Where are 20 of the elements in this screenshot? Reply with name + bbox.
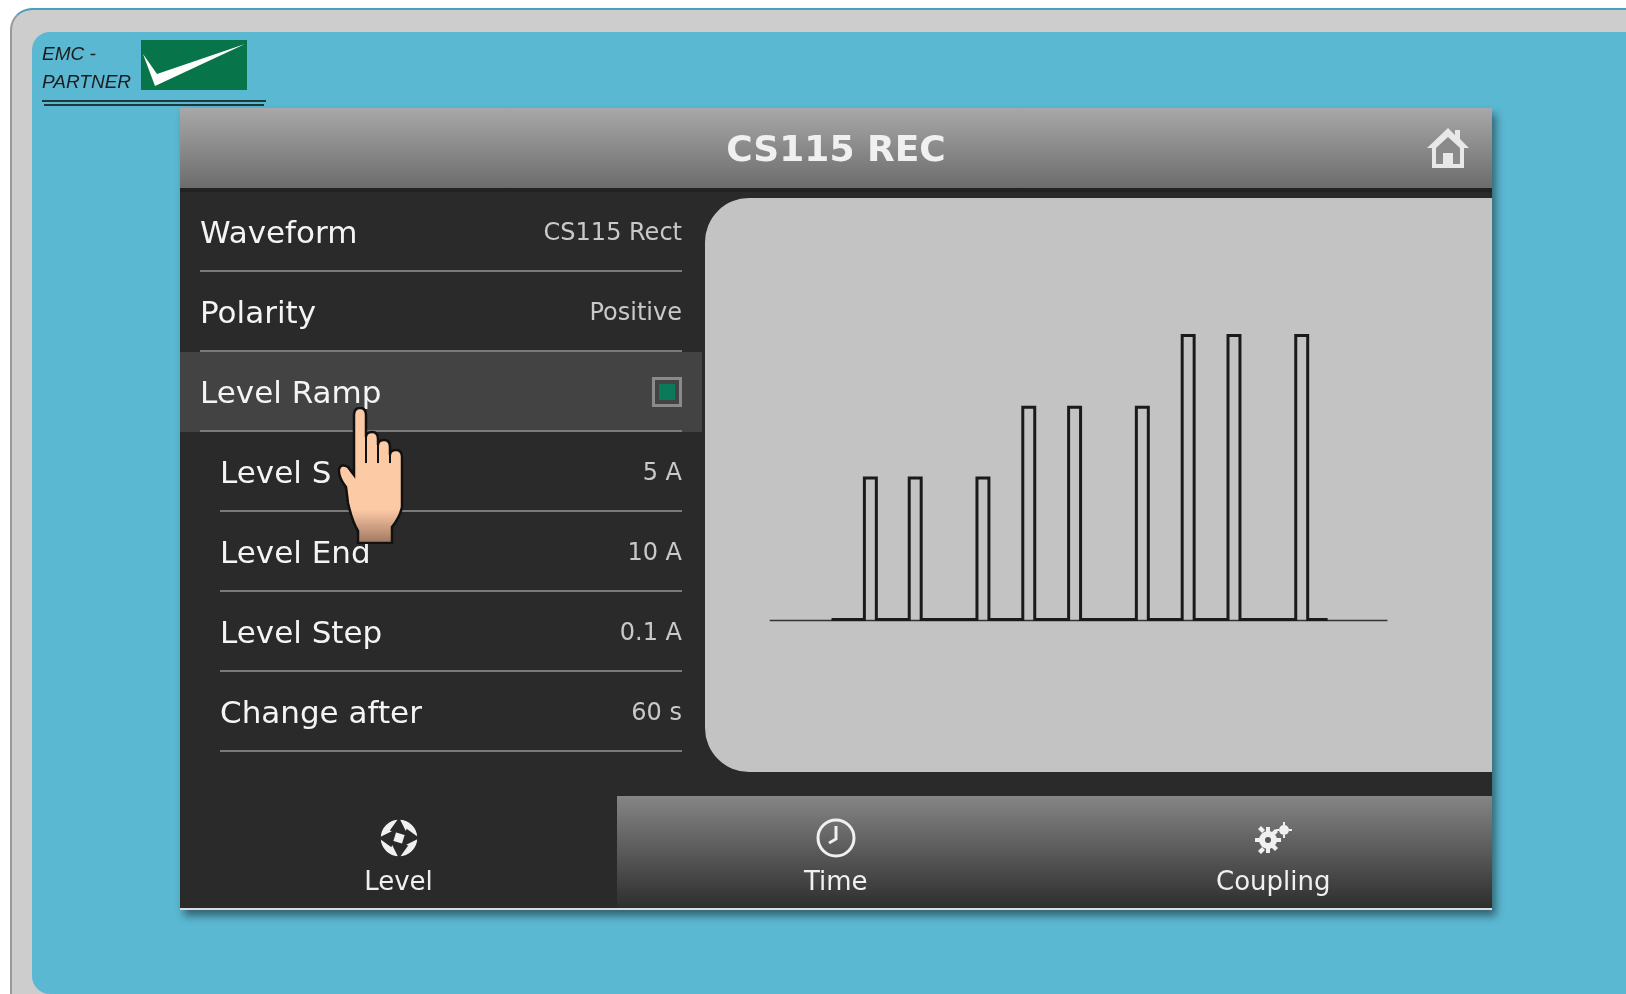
setting-row[interactable]: Polarity Positive (180, 272, 702, 352)
setting-row[interactable]: Waveform CS115 Rect (180, 192, 702, 272)
screen-title: CS115 REC (726, 127, 946, 169)
checkmark-logo-icon (141, 40, 248, 90)
logo-text: EMC - (42, 42, 97, 66)
setting-value: 5 A (642, 458, 682, 486)
setting-row[interactable]: Level S 5 A (180, 432, 702, 512)
setting-value: 60 s (631, 698, 682, 726)
tab[interactable]: Coupling (1054, 796, 1492, 908)
setting-value: Positive (589, 298, 682, 326)
setting-value: 10 A (627, 538, 682, 566)
setting-row[interactable]: Level Ramp (180, 352, 702, 432)
setting-row[interactable]: Change after 60 s (180, 672, 702, 752)
setting-value: CS115 Rect (543, 218, 682, 246)
checkbox[interactable] (652, 377, 682, 407)
setting-row[interactable]: Level Step 0.1 A (180, 592, 702, 672)
setting-value: 0.1 A (619, 618, 682, 646)
logo-text: PARTNER (42, 70, 132, 94)
setting-row[interactable]: Level End 10 A (180, 512, 702, 592)
tab[interactable]: Time (617, 796, 1055, 908)
